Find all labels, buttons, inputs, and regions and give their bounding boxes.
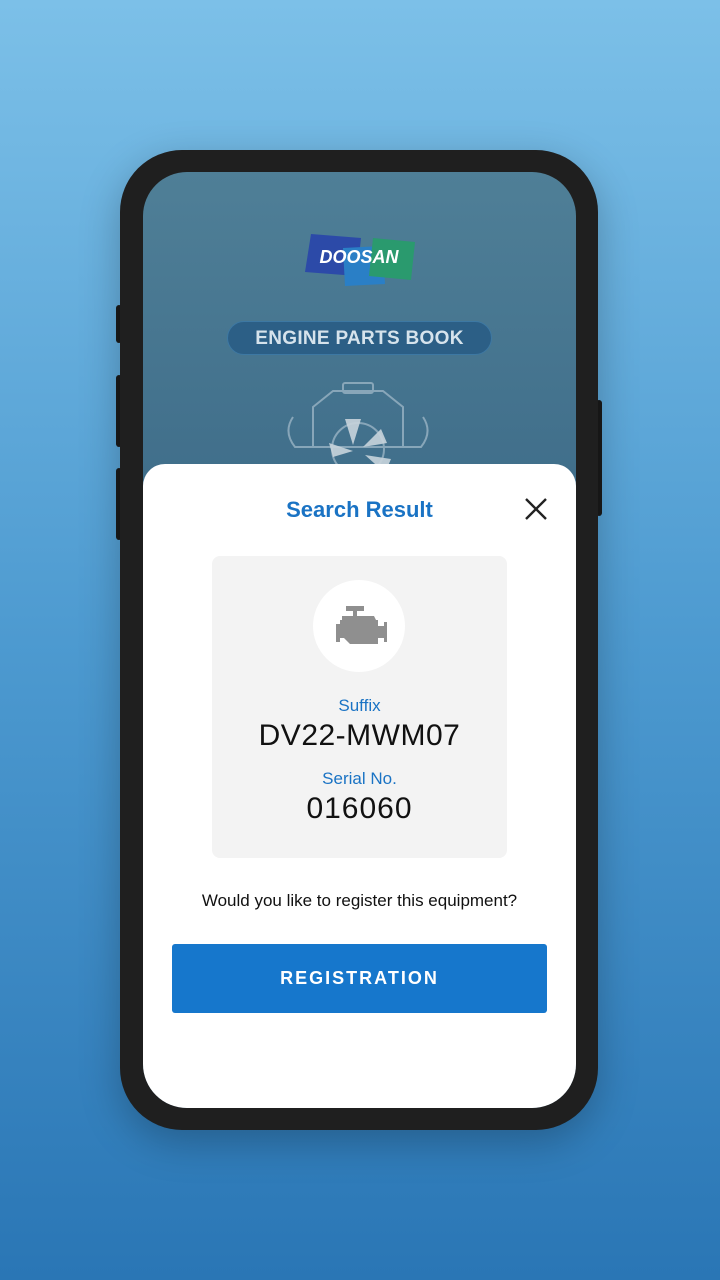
engine-icon-circle — [313, 580, 405, 672]
suffix-label: Suffix — [338, 696, 381, 715]
engine-icon — [336, 606, 387, 644]
serial-value: 016060 — [306, 792, 413, 825]
suffix-value: DV22-MWM07 — [258, 719, 461, 752]
doosan-logo: DOOSAN — [305, 234, 415, 286]
dialog-title: Search Result — [286, 497, 433, 522]
logo-wordmark: DOOSAN — [319, 247, 399, 267]
register-question: Would you like to register this equipmen… — [201, 891, 518, 910]
close-icon — [525, 498, 547, 520]
registration-button[interactable]: REGISTRATION — [172, 944, 547, 1013]
serial-label: Serial No. — [322, 769, 397, 788]
banner-title: ENGINE PARTS BOOK — [227, 321, 492, 355]
engine-illustration — [287, 382, 429, 476]
search-result-sheet: Search Result Suffix DV22-MWM07 Serial N — [143, 464, 576, 1108]
app-screen: DOOSAN ENGINE PARTS BOOK Search Result S… — [143, 172, 576, 1108]
close-button[interactable] — [521, 494, 551, 524]
result-card: Suffix DV22-MWM07 Serial No. 016060 — [212, 556, 507, 858]
